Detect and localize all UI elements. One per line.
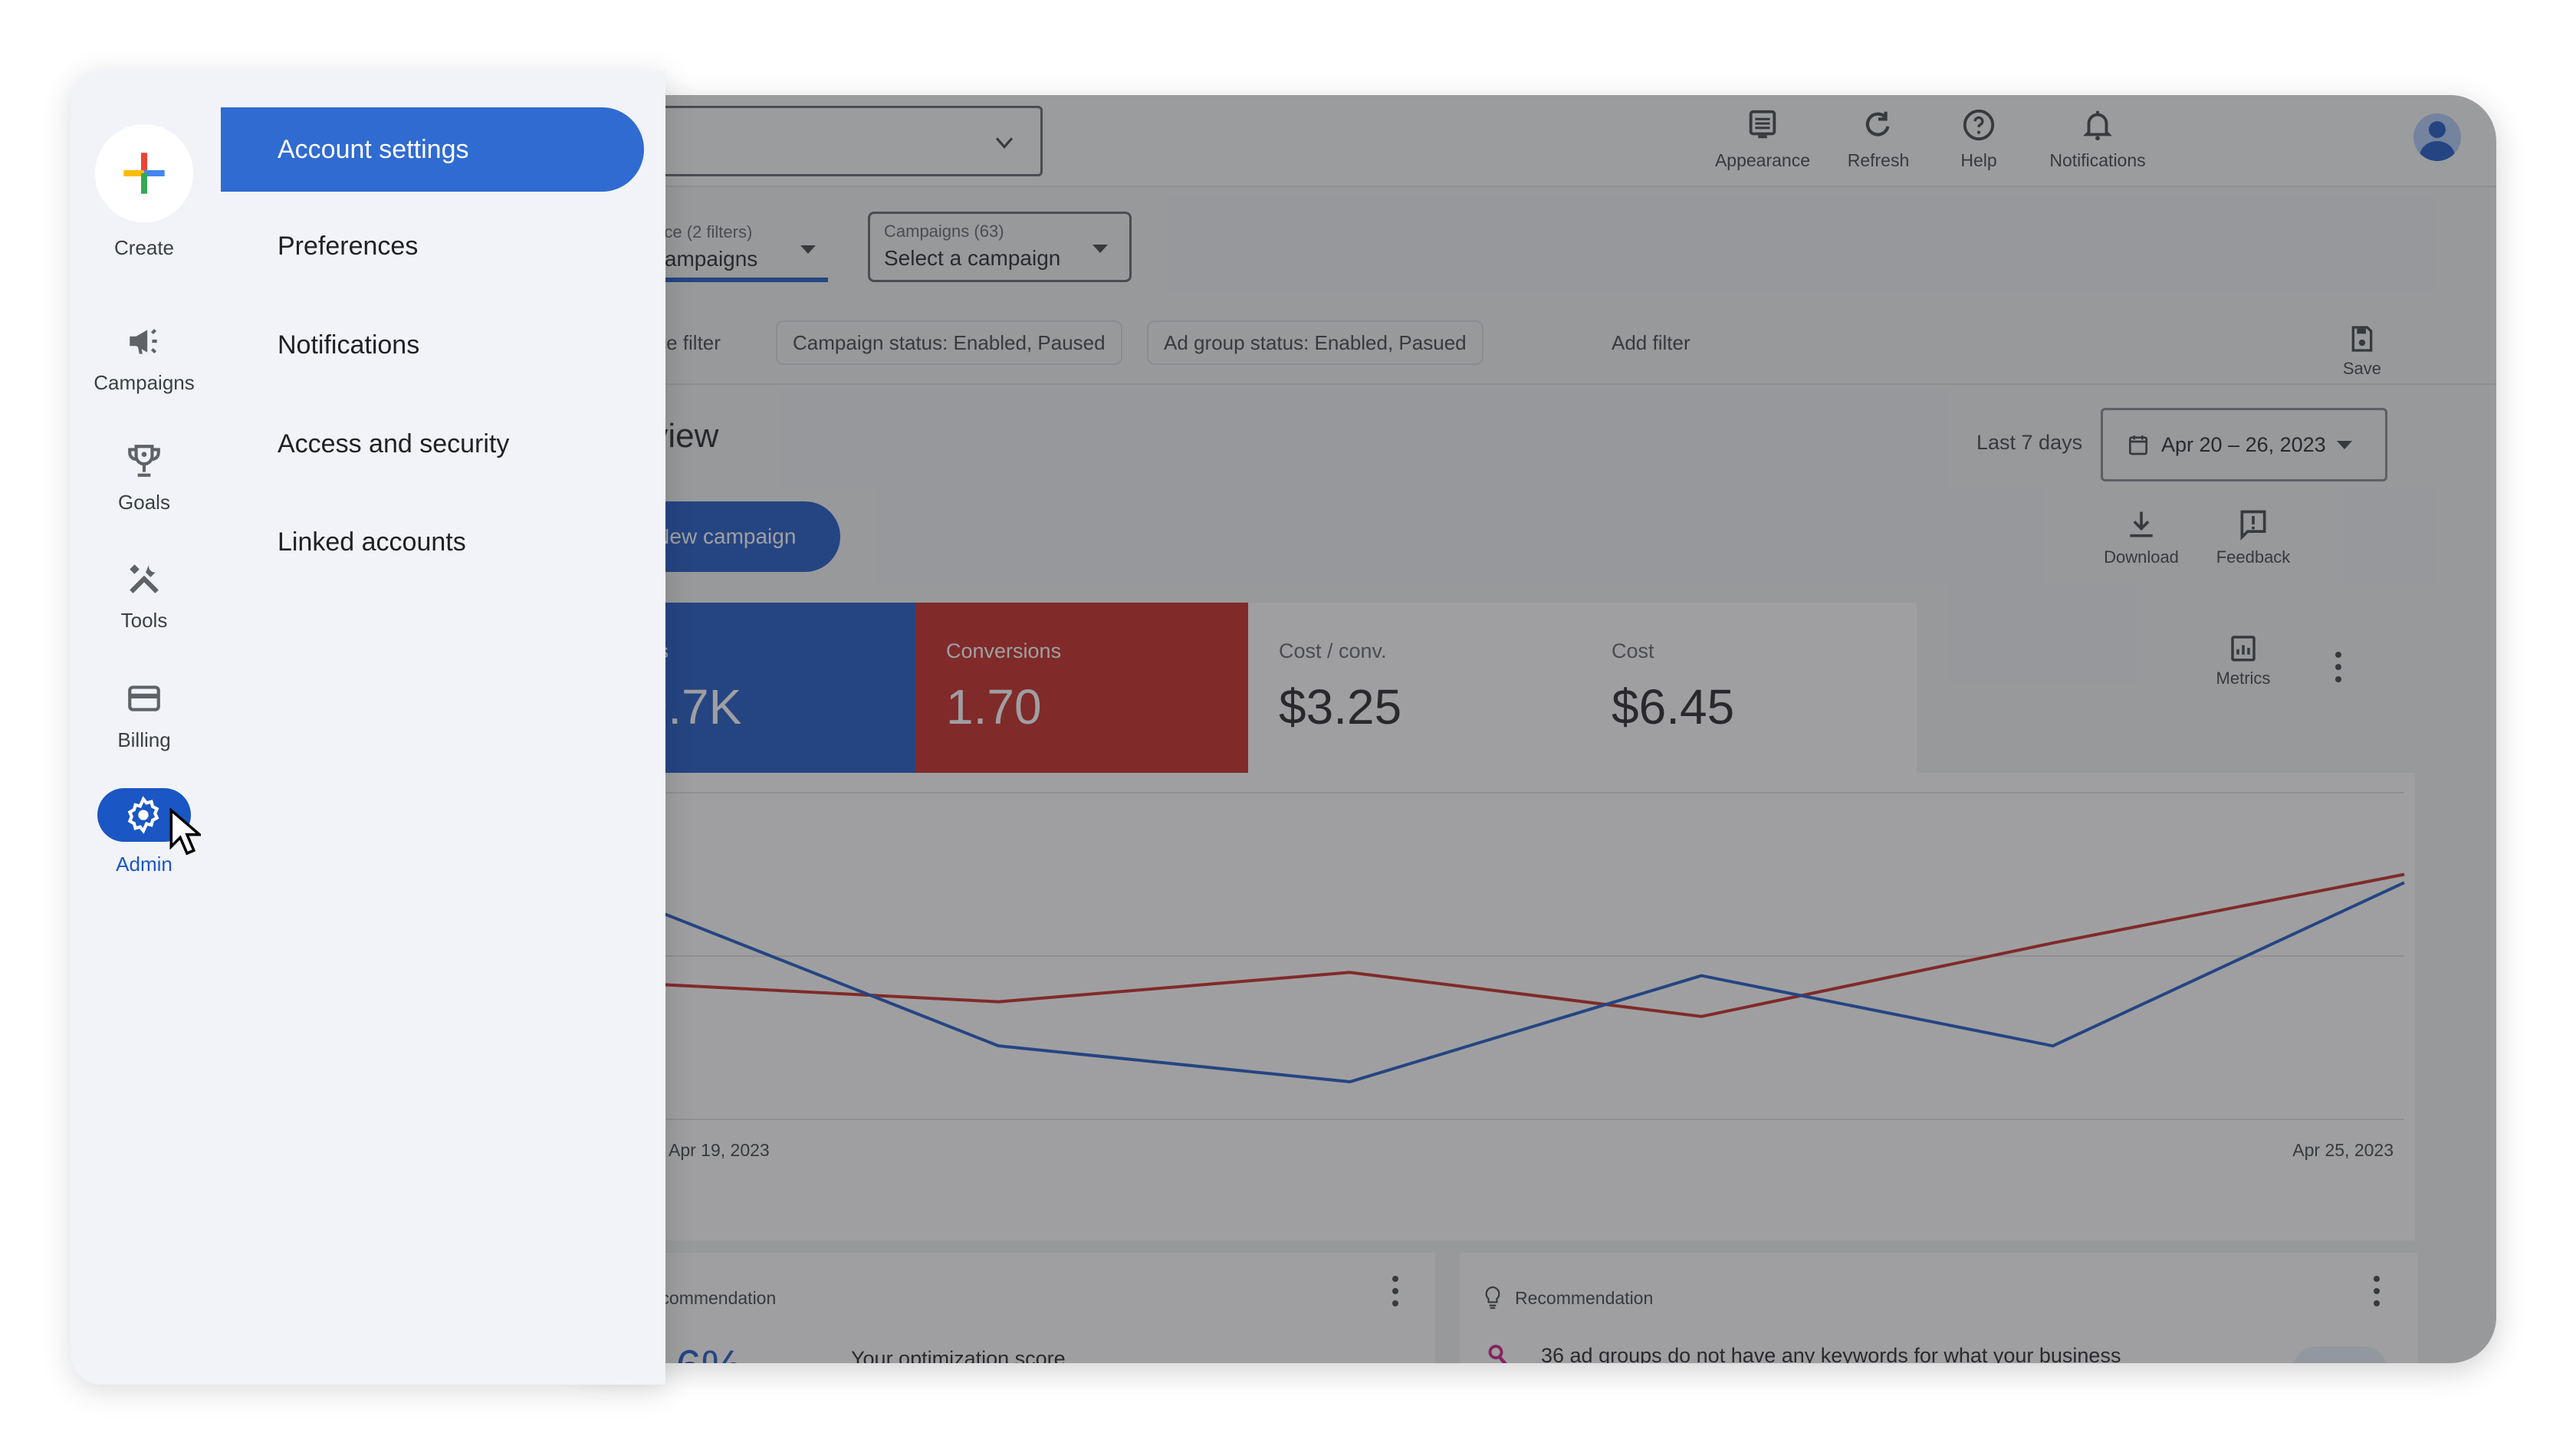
date-range-value: Apr 20 – 26, 2023 (2161, 432, 2326, 456)
filter-chip-campaign-status[interactable]: Campaign status: Enabled, Paused (776, 320, 1122, 365)
dropdown-caret-icon (1092, 245, 1108, 253)
more-options-icon[interactable] (1391, 1276, 1400, 1306)
rail-label: Tools (120, 609, 168, 632)
menu-item-account-settings[interactable]: Account settings (221, 107, 644, 192)
metric-card-cost-per-conv[interactable]: Cost / conv. $3.25 (1248, 603, 1581, 773)
plus-multicolor-icon (123, 153, 165, 194)
campaigns-value: Select a campaign (884, 246, 1061, 270)
save-button[interactable]: Save (2343, 324, 2381, 379)
metrics-button[interactable]: Metrics (2197, 632, 2289, 688)
rail-item-campaigns[interactable]: Campaigns (71, 322, 218, 395)
new-campaign-label: New campaign (654, 524, 797, 548)
lightbulb-icon (1485, 1286, 1500, 1309)
trophy-icon (128, 445, 160, 477)
save-icon (2351, 326, 2373, 352)
dropdown-caret-icon (800, 245, 816, 254)
line-chart: 012Apr 19, 2023Apr 25, 2023 (629, 784, 2405, 1160)
dropdown-caret-icon (2336, 440, 2352, 449)
metrics-chart-icon (2231, 636, 2256, 662)
download-icon (2130, 511, 2153, 537)
performance-chart: 012Apr 19, 2023Apr 25, 2023 (583, 773, 2415, 1240)
appearance-button[interactable]: Appearance (1701, 107, 1824, 171)
notifications-bell-icon (2082, 110, 2113, 141)
calendar-icon (2129, 435, 2147, 455)
recommendation-title: Your optimization score (851, 1347, 1066, 1363)
avatar-body (2420, 141, 2455, 161)
gear-icon (127, 796, 159, 834)
recommendation-header: Recommendation (1515, 1287, 1654, 1308)
feedback-icon (2240, 510, 2266, 541)
series-line-conversions (646, 872, 2405, 1018)
keyword-search-icon (1488, 1345, 1507, 1363)
more-options-icon[interactable] (2372, 1276, 2381, 1306)
chevron-down-icon (995, 137, 1014, 150)
menu-item-linked-accounts[interactable]: Linked accounts (221, 500, 644, 584)
metric-value: $6.45 (1612, 679, 1735, 734)
admin-nav-panel: Create Campaigns Goals Tools Billing Adm… (71, 71, 665, 1385)
recommendation-card-score[interactable]: Recommendation 55.6% Your optimization s… (583, 1253, 1435, 1363)
tools-icon (130, 564, 159, 593)
more-options-icon[interactable] (2334, 652, 2343, 682)
create-button[interactable] (95, 124, 193, 222)
x-tick-label: Apr 25, 2023 (2292, 1140, 2394, 1160)
campaign-scope-selector[interactable]: Campaigns (63) Select a campaign (868, 212, 1132, 282)
appearance-icon (1749, 110, 1776, 139)
metric-card-cost[interactable]: Cost $6.45 (1581, 603, 1914, 773)
recommendation-card-keywords[interactable]: Recommendation 36 ad groups do not have … (1460, 1253, 2418, 1363)
download-button[interactable]: Download (2091, 508, 2191, 567)
feedback-label: Feedback (2216, 547, 2291, 567)
series-line-clicks (646, 881, 2405, 1084)
filter-bar: Workspace filter Campaign status: Enable… (583, 301, 2496, 385)
download-label: Download (2104, 547, 2179, 567)
metric-label: Conversions (946, 639, 1062, 662)
rail-item-goals[interactable]: Goals (71, 442, 218, 514)
rail-label: Goals (118, 491, 170, 514)
metric-card-conversions[interactable]: Conversions 1.70 (915, 603, 1248, 773)
account-avatar[interactable] (2413, 113, 2461, 161)
metrics-row: Clicks 39.7K Conversions 1.70 Cost / con… (583, 603, 1917, 773)
help-label: Help (1960, 150, 1997, 170)
filter-chip-ad-group-status[interactable]: Ad group status: Enabled, Pasued (1147, 320, 1484, 365)
metric-label: Cost (1612, 639, 1654, 662)
appearance-label: Appearance (1714, 150, 1811, 170)
avatar-head (2429, 121, 2446, 138)
add-filter-button[interactable]: Add filter (1610, 320, 1692, 365)
top-bar: Appearance Refresh Help Notifications (583, 95, 2496, 187)
menu-item-preferences[interactable]: Preferences (221, 204, 644, 288)
help-button[interactable]: Help (1917, 107, 2040, 171)
notifications-button[interactable]: Notifications (2036, 107, 2159, 171)
feedback-button[interactable]: Feedback (2203, 508, 2303, 567)
date-range-label: Last 7 days (1976, 431, 2083, 454)
metric-value: $3.25 (1279, 679, 1402, 734)
metric-label: Cost / conv. (1279, 639, 1387, 662)
rail-label: Admin (116, 853, 172, 876)
x-tick-label: Apr 19, 2023 (669, 1140, 770, 1160)
rail-item-tools[interactable]: Tools (71, 560, 218, 633)
rail-item-create[interactable]: Create (71, 124, 218, 260)
menu-item-notifications[interactable]: Notifications (221, 303, 644, 387)
credit-card-icon (128, 685, 160, 711)
dashboard: Appearance Refresh Help Notifications Wo… (583, 95, 2496, 1363)
rail-label: Campaigns (94, 371, 195, 394)
help-icon (1963, 109, 1995, 141)
refresh-label: Refresh (1847, 150, 1910, 170)
menu-item-access-and-security[interactable]: Access and security (221, 402, 644, 486)
rail-label: Create (113, 236, 175, 259)
rail-label: Billing (117, 728, 171, 751)
megaphone-icon (130, 328, 157, 354)
rail-item-billing[interactable]: Billing (71, 679, 218, 752)
uplift-badge: +18.6% (2292, 1346, 2387, 1363)
date-range-picker[interactable]: Apr 20 – 26, 2023 (2101, 408, 2387, 481)
metric-value: 1.70 (946, 679, 1042, 734)
refresh-icon (1865, 111, 1890, 136)
campaigns-caption: Campaigns (63) (884, 222, 1004, 241)
notifications-label: Notifications (2049, 150, 2146, 170)
mouse-cursor-icon (169, 808, 201, 856)
save-label: Save (2342, 359, 2381, 378)
recommendation-body: 36 ad groups do not have any keywords fo… (1541, 1344, 2121, 1363)
recommendation-text: Your optimization score Increase your sc… (851, 1343, 1403, 1363)
metrics-label: Metrics (2216, 669, 2271, 688)
